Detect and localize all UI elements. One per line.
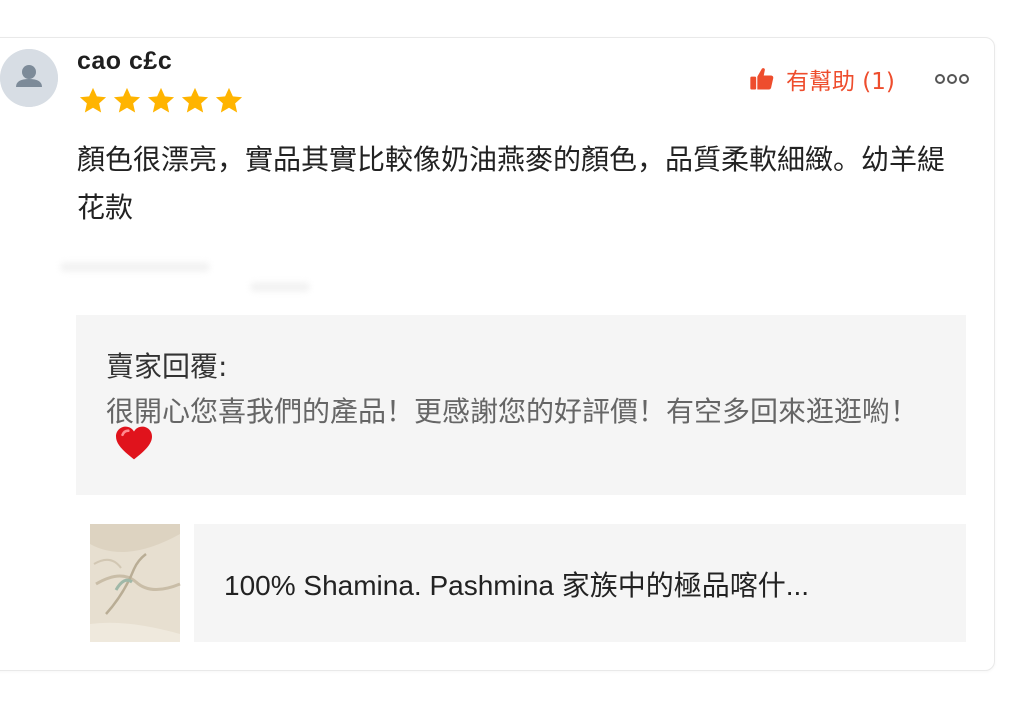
seller-reply-text: 很開心您喜我們的產品！更感謝您的好評價！有空多回來逛逛喲！ — [106, 395, 919, 428]
star-icon — [79, 87, 107, 113]
user-avatar-icon[interactable] — [0, 49, 58, 107]
product-name: 100% Shamina. Pashmina 家族中的極品喀什... — [224, 570, 810, 601]
seller-reply-box: 賣家回覆: 很開心您喜我們的產品！更感謝您的好評價！有空多回來逛逛喲！ — [76, 315, 966, 495]
thumbs-up-icon — [750, 68, 774, 90]
helpful-label: 有幫助 (1) — [786, 69, 895, 95]
star-icon — [181, 87, 209, 113]
product-thumbnail — [76, 524, 194, 642]
more-options-icon[interactable] — [932, 68, 972, 90]
star-icon — [215, 87, 243, 113]
review-text: 顏色很漂亮，實品其實比較像奶油燕麥的顏色，品質柔軟細緻。幼羊緹花款 — [77, 143, 946, 224]
star-icon — [113, 87, 141, 113]
star-icon — [147, 87, 175, 113]
blurred-content — [250, 282, 310, 292]
seller-reply-content: 很開心您喜我們的產品！更感謝您的好評價！有空多回來逛逛喲！ — [106, 395, 946, 465]
blurred-content — [60, 262, 210, 272]
seller-reply-title: 賣家回覆: — [106, 350, 228, 383]
product-link[interactable]: 100% Shamina. Pashmina 家族中的極品喀什... — [76, 524, 966, 642]
heart-icon — [116, 426, 152, 460]
rating-stars — [76, 85, 246, 117]
reviewer-username: cao c£c — [77, 47, 173, 75]
helpful-button[interactable]: 有幫助 (1) — [748, 62, 895, 96]
